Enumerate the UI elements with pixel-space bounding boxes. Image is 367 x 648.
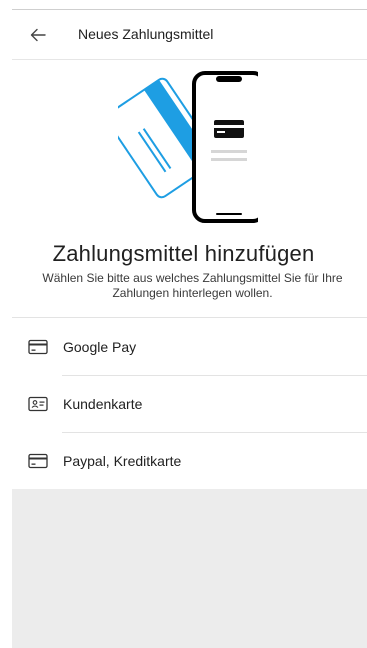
description-text: Wählen Sie bitte aus welches Zahlungsmit… [42, 271, 343, 300]
arrow-left-icon [30, 28, 46, 42]
app-bar: Neues Zahlungsmittel [0, 10, 367, 60]
credit-card-icon [28, 339, 48, 355]
credit-card-icon [28, 453, 48, 469]
payment-option-label: Paypal, Kreditkarte [63, 453, 182, 469]
screen: Neues Zahlungsmittel Zahlungsmittel hinz… [0, 0, 367, 648]
payment-option-google-pay[interactable]: Google Pay [12, 319, 367, 375]
phone-card-illustration [118, 71, 258, 223]
payment-option-label: Google Pay [63, 339, 137, 355]
customer-card-icon [28, 396, 48, 412]
payment-option-paypal-kreditkarte[interactable]: Paypal, Kreditkarte [12, 433, 367, 489]
page-title: Neues Zahlungsmittel [78, 26, 214, 42]
back-button[interactable] [26, 24, 50, 46]
bottom-empty-area [12, 489, 367, 648]
headline: Zahlungsmittel hinzufügen [52, 241, 315, 266]
payment-option-label: Kundenkarte [63, 396, 143, 412]
payment-option-kundenkarte[interactable]: Kundenkarte [12, 376, 367, 432]
app-bar-divider [12, 59, 367, 60]
list-divider [12, 317, 367, 318]
